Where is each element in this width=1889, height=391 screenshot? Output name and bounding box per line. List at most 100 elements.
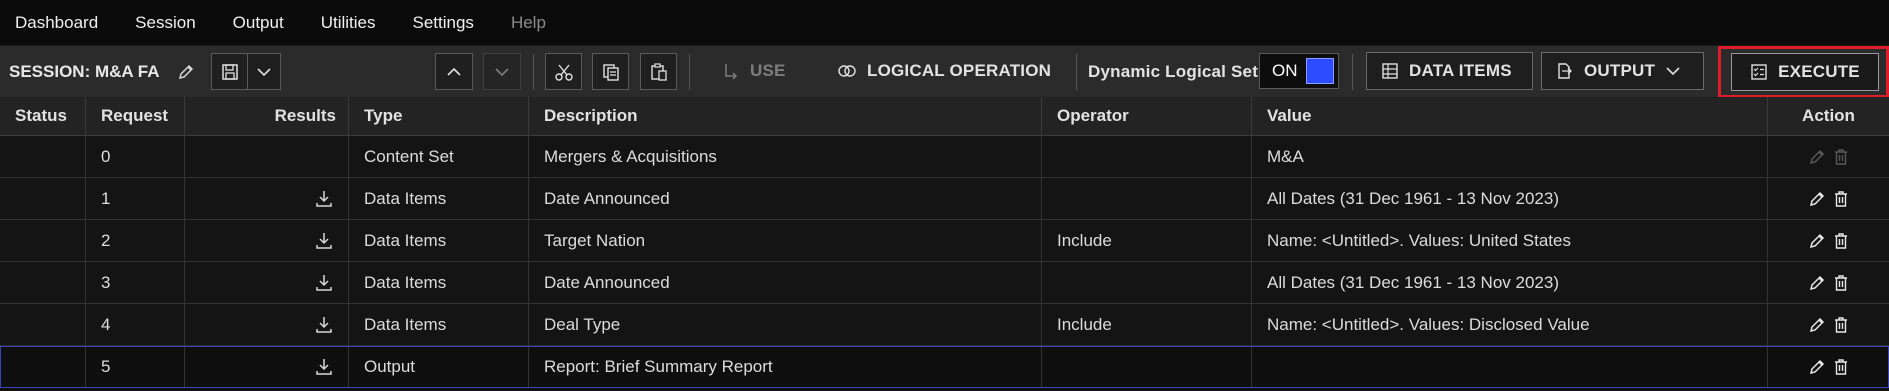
- document-export-icon: [1556, 62, 1574, 80]
- download-icon[interactable]: [314, 357, 334, 377]
- dynamic-logical-set-label: Dynamic Logical Set: [1088, 61, 1259, 81]
- trash-icon[interactable]: [1832, 190, 1850, 208]
- output-label: OUTPUT: [1584, 61, 1656, 80]
- paste-icon: [649, 62, 669, 82]
- save-button[interactable]: [211, 53, 248, 90]
- type-cell: Content Set: [349, 136, 529, 177]
- menu-output[interactable]: Output: [233, 13, 284, 33]
- description-cell: Target Nation: [529, 220, 1042, 261]
- trash-icon: [1832, 148, 1850, 166]
- table-row-selected[interactable]: 5 Output Report: Brief Summary Report: [0, 346, 1889, 388]
- session-toolbar: SESSION: M&A FA USE LOGICAL OPERATION Dy…: [0, 45, 1889, 98]
- menu-bar: Dashboard Session Output Utilities Setti…: [0, 0, 1889, 45]
- trash-icon[interactable]: [1832, 358, 1850, 376]
- menu-session[interactable]: Session: [135, 13, 195, 33]
- pencil-icon[interactable]: [1808, 190, 1826, 208]
- table-row[interactable]: 4 Data Items Deal Type Include Name: <Un…: [0, 304, 1889, 346]
- operator-cell: [1042, 262, 1252, 303]
- value-cell: [1252, 346, 1768, 387]
- save-options-dropdown[interactable]: [247, 53, 281, 90]
- description-cell: Date Announced: [529, 178, 1042, 219]
- type-cell: Data Items: [349, 220, 529, 261]
- toolbar-divider: [689, 54, 690, 90]
- status-cell: [0, 304, 86, 345]
- operator-cell: [1042, 136, 1252, 177]
- session-requests-table: Status Request Results Type Description …: [0, 97, 1889, 388]
- value-cell: M&A: [1252, 136, 1768, 177]
- description-cell: Date Announced: [529, 262, 1042, 303]
- type-cell: Data Items: [349, 178, 529, 219]
- save-icon: [221, 63, 239, 81]
- status-cell: [0, 346, 86, 387]
- paste-button[interactable]: [640, 53, 677, 90]
- action-cell: [1768, 346, 1889, 387]
- pencil-icon[interactable]: [1808, 232, 1826, 250]
- download-icon[interactable]: [314, 273, 334, 293]
- table-grid-icon: [1381, 62, 1399, 80]
- chevron-down-icon: [256, 67, 272, 77]
- table-row[interactable]: 2 Data Items Target Nation Include Name:…: [0, 220, 1889, 262]
- column-header-request[interactable]: Request: [86, 97, 185, 135]
- scissors-icon: [554, 62, 574, 82]
- action-cell: [1768, 220, 1889, 261]
- output-button[interactable]: OUTPUT: [1541, 52, 1704, 90]
- request-cell: 0: [86, 136, 185, 177]
- data-items-button[interactable]: DATA ITEMS: [1366, 52, 1533, 90]
- results-cell: [185, 304, 349, 345]
- column-header-description[interactable]: Description: [529, 97, 1042, 135]
- toolbar-divider: [1076, 54, 1077, 90]
- status-cell: [0, 178, 86, 219]
- data-items-label: DATA ITEMS: [1409, 61, 1512, 80]
- type-cell: Data Items: [349, 304, 529, 345]
- pencil-icon[interactable]: [1808, 274, 1826, 292]
- cut-button[interactable]: [545, 53, 582, 90]
- operator-cell: Include: [1042, 304, 1252, 345]
- menu-dashboard[interactable]: Dashboard: [15, 13, 98, 33]
- results-cell: [185, 346, 349, 387]
- menu-settings[interactable]: Settings: [413, 13, 474, 33]
- dynamic-logical-set-toggle[interactable]: ON: [1259, 53, 1339, 89]
- use-button[interactable]: USE: [722, 52, 786, 90]
- pencil-icon: [177, 63, 195, 81]
- description-cell: Mergers & Acquisitions: [529, 136, 1042, 177]
- trash-icon[interactable]: [1832, 232, 1850, 250]
- intersect-circles-icon: [837, 63, 857, 79]
- download-icon[interactable]: [314, 231, 334, 251]
- request-cell: 2: [86, 220, 185, 261]
- table-row[interactable]: 3 Data Items Date Announced All Dates (3…: [0, 262, 1889, 304]
- chevron-down-icon: [494, 67, 510, 77]
- copy-button[interactable]: [592, 53, 629, 90]
- pencil-icon[interactable]: [1808, 316, 1826, 334]
- request-cell: 4: [86, 304, 185, 345]
- menu-utilities[interactable]: Utilities: [321, 13, 376, 33]
- trash-icon[interactable]: [1832, 274, 1850, 292]
- logical-operation-label: LOGICAL OPERATION: [867, 61, 1052, 80]
- menu-help[interactable]: Help: [511, 13, 546, 33]
- download-icon[interactable]: [314, 189, 334, 209]
- operator-cell: Include: [1042, 220, 1252, 261]
- table-header: Status Request Results Type Description …: [0, 97, 1889, 136]
- edit-session-button[interactable]: [172, 53, 200, 90]
- pencil-icon: [1808, 148, 1826, 166]
- request-cell: 5: [86, 346, 185, 387]
- toggle-knob: [1306, 58, 1334, 84]
- column-header-value[interactable]: Value: [1252, 97, 1768, 135]
- column-header-status[interactable]: Status: [0, 97, 86, 135]
- pencil-icon[interactable]: [1808, 358, 1826, 376]
- table-row[interactable]: 1 Data Items Date Announced All Dates (3…: [0, 178, 1889, 220]
- checklist-icon: [1750, 63, 1768, 81]
- chevron-up-icon: [446, 67, 462, 77]
- toolbar-divider: [1352, 54, 1353, 90]
- column-header-results[interactable]: Results: [185, 97, 349, 135]
- table-row[interactable]: 0 Content Set Mergers & Acquisitions M&A: [0, 136, 1889, 178]
- column-header-operator[interactable]: Operator: [1042, 97, 1252, 135]
- move-down-button[interactable]: [483, 53, 521, 90]
- download-icon[interactable]: [314, 315, 334, 335]
- results-cell: [185, 220, 349, 261]
- value-cell: Name: <Untitled>. Values: United States: [1252, 220, 1768, 261]
- execute-button[interactable]: EXECUTE: [1731, 53, 1879, 91]
- logical-operation-button[interactable]: LOGICAL OPERATION: [837, 52, 1051, 90]
- trash-icon[interactable]: [1832, 316, 1850, 334]
- column-header-type[interactable]: Type: [349, 97, 529, 135]
- move-up-button[interactable]: [435, 53, 473, 90]
